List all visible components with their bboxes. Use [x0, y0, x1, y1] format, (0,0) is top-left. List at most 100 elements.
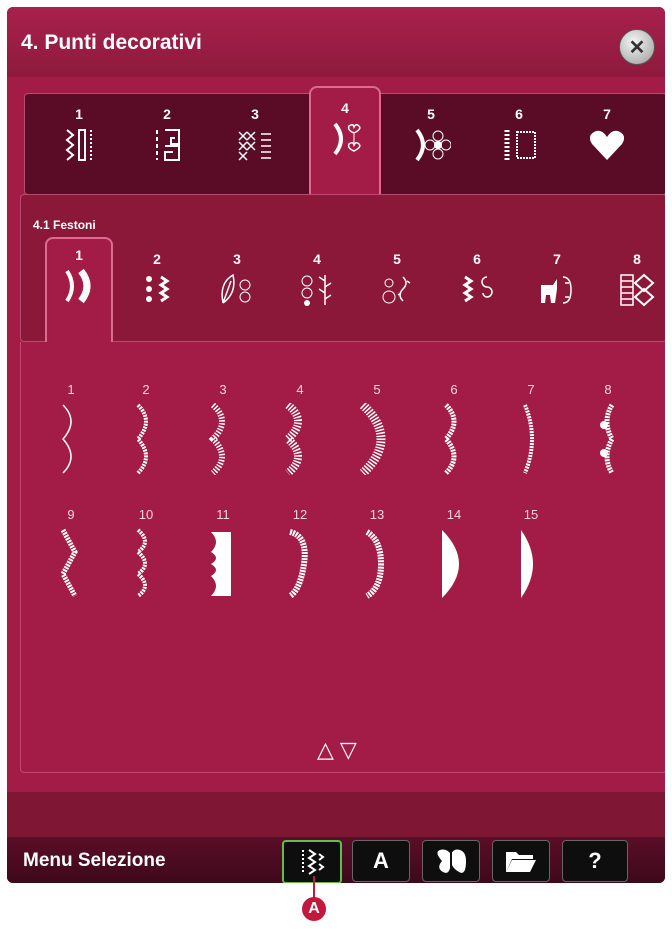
close-button[interactable]: ✕ [619, 29, 655, 65]
stitch-item[interactable]: 15 [501, 507, 561, 607]
stitch-number: 9 [67, 507, 75, 522]
scallop-stitch-icon [282, 403, 302, 475]
category-number: 6 [515, 106, 523, 122]
stitch-item[interactable]: 7 [501, 382, 561, 482]
scroll-arrows: △▽ [317, 737, 363, 763]
subcategory-tab-7[interactable]: 7 [525, 243, 589, 333]
embroidery-button[interactable] [422, 840, 480, 882]
title-bar: 4. Punti decorativi ✕ [7, 7, 665, 77]
stitch-item[interactable]: 12 [270, 507, 330, 607]
stitch-item[interactable]: 14 [424, 507, 484, 607]
scallop-heart-icon [333, 122, 361, 156]
stitch-number: 4 [296, 382, 304, 397]
stitch-item[interactable]: 3 [193, 382, 253, 482]
scallop-stitch-icon [135, 403, 148, 475]
ornament-icon [382, 276, 411, 304]
category-number: 5 [427, 106, 435, 122]
subcategory-number: 6 [473, 251, 481, 267]
scallop-stitch-icon [359, 403, 386, 475]
stitch-item[interactable]: 8 [578, 382, 638, 482]
stitch-item[interactable]: 5 [347, 382, 407, 482]
subcategory-number: 4 [313, 251, 321, 267]
stitch-number: 10 [138, 507, 154, 522]
scroll-up-icon[interactable]: △ [317, 737, 340, 762]
folder-icon [506, 852, 536, 872]
category-tab-5[interactable]: 5 [397, 94, 465, 194]
subcategory-tab-3[interactable]: 3 [205, 243, 269, 333]
bead-icon [146, 275, 170, 303]
stitch-item[interactable]: 1 [41, 382, 101, 482]
subcategory-number: 5 [393, 251, 401, 267]
butterfly-icon [437, 849, 466, 873]
font-button[interactable]: A [352, 840, 410, 882]
subcategory-number: 8 [633, 251, 641, 267]
stitch-number: 15 [523, 507, 539, 522]
scroll-down-icon[interactable]: ▽ [340, 737, 363, 762]
stitch-number: 2 [142, 382, 150, 397]
subcategory-number: 1 [75, 247, 83, 263]
stitch-item[interactable]: 13 [347, 507, 407, 607]
border-frame-icon [504, 130, 536, 160]
subcategory-number: 3 [233, 251, 241, 267]
stitch-item[interactable]: 11 [193, 507, 253, 607]
scallop-stitch-icon [442, 403, 457, 475]
category-number: 3 [251, 106, 259, 122]
category-number: 1 [75, 106, 83, 122]
callout-line [313, 876, 315, 898]
stitch-grid: 1 2 3 4 5 6 7 8 9 10 11 12 13 14 15 △▽ [20, 342, 665, 773]
file-button[interactable] [492, 840, 550, 882]
stitch-item[interactable]: 9 [41, 507, 101, 607]
subcategory-tab-6[interactable]: 6 [445, 243, 509, 333]
subcategory-number: 2 [153, 251, 161, 267]
font-icon: A [373, 848, 389, 873]
subcategory-tab-1[interactable]: 1 [45, 237, 113, 359]
stitch-number: 11 [216, 507, 230, 522]
category-number: 7 [603, 106, 611, 122]
satin-scallop-icon [442, 530, 459, 598]
zigzag-stitch-icon [60, 528, 78, 598]
scallop-stitch-icon [523, 404, 534, 474]
leaf-icon [221, 273, 251, 304]
vine-icon [301, 275, 332, 306]
category-tabs: 1 2 3 4 5 6 7 [24, 86, 665, 220]
bottom-bar: Menu Selezione A ? [7, 837, 665, 883]
scallop-icon [65, 269, 91, 303]
callout-marker: A [302, 897, 326, 921]
greek-key-icon [156, 129, 180, 161]
category-tab-2[interactable]: 2 [133, 94, 201, 194]
stitch-number: 7 [527, 382, 535, 397]
subcategory-tab-2[interactable]: 2 [125, 243, 189, 333]
heart-icon [589, 130, 625, 160]
animal-icon [541, 276, 572, 304]
status-strip [7, 792, 665, 837]
subcategory-tab-5[interactable]: 5 [365, 243, 429, 333]
stitch-item[interactable]: 6 [424, 382, 484, 482]
stitch-number: 13 [369, 507, 385, 522]
utility-stitch-icon [65, 129, 92, 161]
stitch-item[interactable]: 10 [116, 507, 176, 607]
close-icon: ✕ [628, 36, 646, 59]
scallop-stitch-icon [365, 529, 385, 599]
subcategory-tab-8[interactable]: 8 [605, 243, 665, 333]
stitches-button[interactable] [282, 840, 342, 883]
subcategory-tab-4[interactable]: 4 [285, 243, 349, 333]
category-tab-3[interactable]: 3 [221, 94, 289, 194]
stitch-number: 3 [219, 382, 227, 397]
flower-icon [415, 128, 451, 162]
stitch-item[interactable]: 2 [116, 382, 176, 482]
stitch-number: 6 [450, 382, 458, 397]
scallop-stitch-icon [61, 404, 72, 474]
help-icon: ? [588, 848, 602, 873]
stitch-number: 1 [67, 382, 75, 397]
scallop-stitch-icon [288, 529, 308, 599]
cross-stitch-icon [238, 131, 271, 161]
subcategory-title: 4.1 Festoni [33, 218, 96, 232]
stitch-number: 8 [604, 382, 612, 397]
category-tab-7[interactable]: 7 [573, 94, 641, 194]
stitch-item[interactable]: 4 [270, 382, 330, 482]
menu-label: Menu Selezione [23, 850, 166, 871]
swirl-icon [462, 275, 493, 303]
help-button[interactable]: ? [562, 840, 628, 882]
category-tab-6[interactable]: 6 [485, 94, 553, 194]
category-tab-1[interactable]: 1 [45, 94, 113, 194]
